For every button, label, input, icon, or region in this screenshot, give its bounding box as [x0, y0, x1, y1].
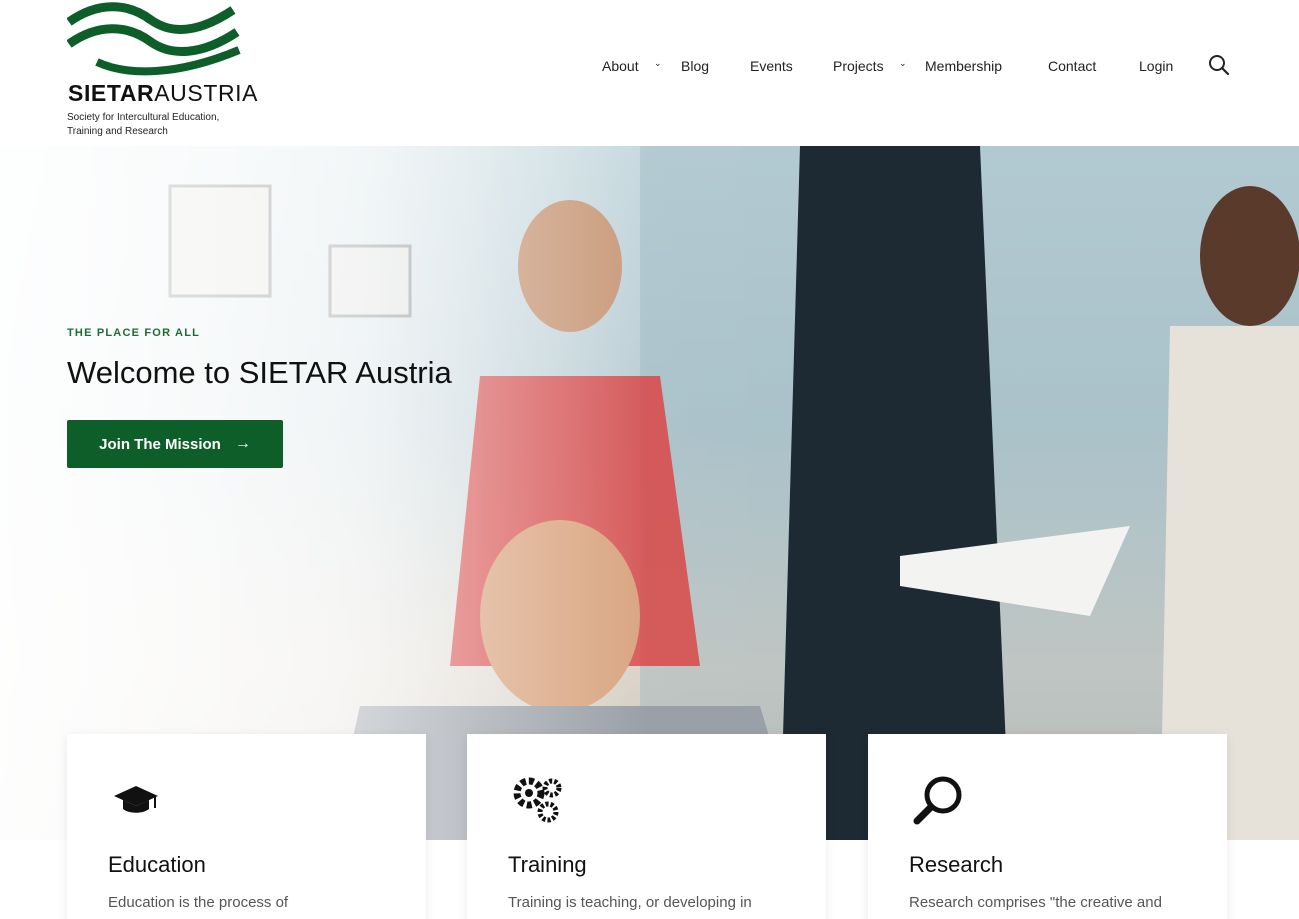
graduation-cap-icon: [113, 782, 159, 821]
card-title: Training: [508, 852, 587, 877]
gears-icon: [512, 774, 564, 829]
hero-title: Welcome to SIETAR Austria: [67, 355, 452, 390]
site-header: SIETARAUSTRIA Society for Intercultural …: [0, 0, 1299, 146]
nav-item-about[interactable]: About: [602, 56, 639, 76]
arrow-right-icon: →: [234, 435, 251, 452]
main-nav: About ⌄ Blog Events Projects ⌄ Membershi…: [0, 56, 1299, 78]
join-mission-button[interactable]: Join The Mission →: [67, 420, 283, 468]
card-title: Research: [909, 852, 1004, 877]
card-education[interactable]: Education Education is the process of: [67, 734, 426, 919]
nav-item-contact[interactable]: Contact: [1048, 56, 1096, 76]
card-training[interactable]: Training Training is teaching, or develo…: [467, 734, 826, 919]
card-title: Education: [108, 852, 206, 877]
magnifier-icon: [912, 774, 964, 831]
hero-eyebrow: THE PLACE FOR ALL: [67, 327, 201, 339]
logo-tagline: Society for Intercultural Education, Tra…: [67, 112, 220, 137]
nav-item-login[interactable]: Login: [1139, 56, 1173, 76]
card-research[interactable]: Research Research comprises "the creativ…: [868, 734, 1227, 919]
nav-item-projects[interactable]: Projects: [833, 56, 884, 76]
chevron-down-icon[interactable]: ⌄: [654, 58, 662, 69]
join-mission-label: Join The Mission: [99, 435, 221, 453]
logo-wordmark: SIETARAUSTRIA: [68, 80, 259, 106]
nav-item-events[interactable]: Events: [750, 56, 793, 76]
card-text: Research comprises "the creative and: [909, 894, 1162, 911]
search-icon[interactable]: [1208, 54, 1230, 76]
nav-item-blog[interactable]: Blog: [681, 56, 709, 76]
card-text: Education is the process of: [108, 894, 289, 911]
card-text: Training is teaching, or developing in: [508, 894, 752, 911]
chevron-down-icon[interactable]: ⌄: [899, 58, 907, 69]
nav-item-membership[interactable]: Membership: [925, 56, 1002, 76]
